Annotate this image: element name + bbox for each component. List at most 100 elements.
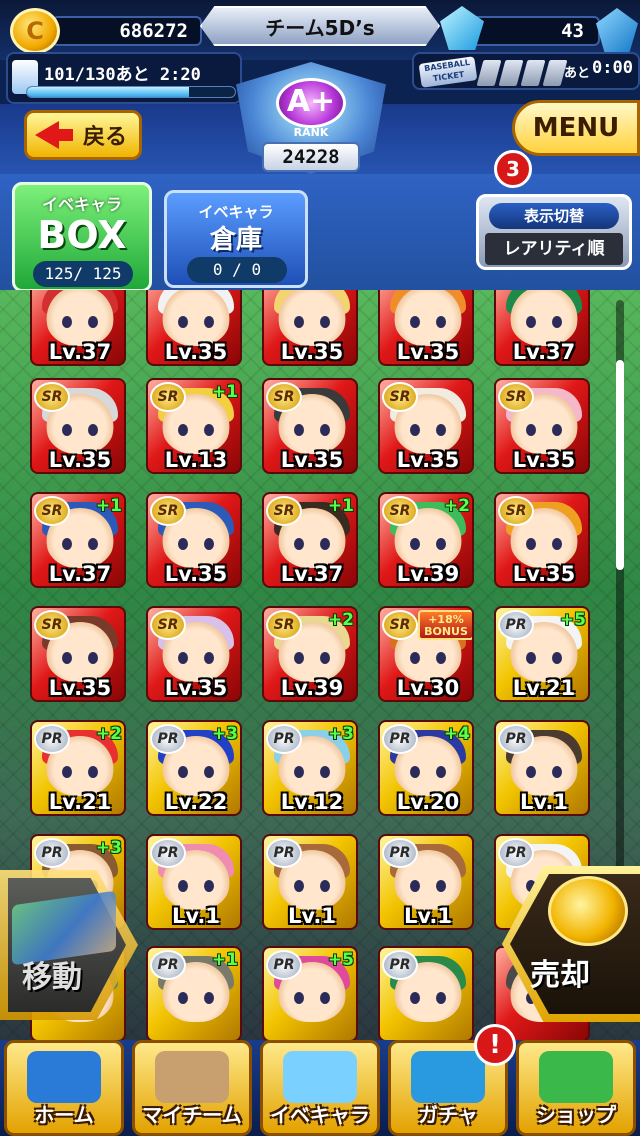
level-label: Lv.37 <box>48 340 112 364</box>
character-eye <box>294 992 304 1004</box>
character-card[interactable]: PR +5 Lv.21 <box>494 606 590 702</box>
character-eye <box>88 766 98 778</box>
character-card[interactable]: SR Lv.35 <box>262 378 358 474</box>
plus-value: +1 <box>95 496 122 516</box>
level-label: Lv.13 <box>164 448 228 472</box>
rarity-badge: SR <box>382 382 418 412</box>
character-card[interactable]: PR +4 Lv.20 <box>378 720 474 816</box>
level-label: Lv.35 <box>512 448 576 472</box>
nav-label: マイチーム <box>142 1103 242 1127</box>
team-name[interactable]: チーム5D’s <box>200 6 440 46</box>
plus-value: +4 <box>443 724 470 744</box>
character-card[interactable]: SR +1 Lv.37 <box>262 492 358 588</box>
character-card[interactable]: SR Lv.35 <box>30 378 126 474</box>
rarity-badge: PR <box>266 724 302 754</box>
character-eye <box>410 424 420 436</box>
coins-icon <box>548 876 628 946</box>
plus-value: +5 <box>327 950 354 970</box>
sort-order-value: レアリティ順 <box>485 233 623 265</box>
rarity-badge: PR <box>498 610 534 640</box>
character-card[interactable]: PR +1 <box>146 946 242 1040</box>
coin-icon: C <box>10 8 60 54</box>
character-card[interactable]: SR Lv.35 <box>494 378 590 474</box>
sort-panel[interactable]: 表示切替 レアリティ順 <box>476 194 632 270</box>
level-label: Lv.35 <box>164 340 228 364</box>
rarity-badge: SR <box>266 382 302 412</box>
plus-value: +2 <box>443 496 470 516</box>
character-eye <box>320 538 330 550</box>
character-portrait <box>46 290 114 346</box>
character-card[interactable]: SR +2 Lv.39 <box>262 606 358 702</box>
plus-value: +2 <box>327 610 354 630</box>
character-eye <box>552 766 562 778</box>
scrollbar-thumb[interactable] <box>616 360 624 570</box>
stamina-bar <box>26 86 236 98</box>
character-card[interactable]: SR +1 Lv.37 <box>30 492 126 588</box>
level-label: Lv.20 <box>396 790 460 814</box>
character-card[interactable]: PR +2 Lv.21 <box>30 720 126 816</box>
nav-item-home[interactable]: ホーム <box>4 1040 124 1136</box>
character-card[interactable]: Lv.35 <box>146 290 242 366</box>
rarity-badge: PR <box>382 724 418 754</box>
character-eye <box>178 652 188 664</box>
character-card[interactable]: PR Lv.1 <box>378 834 474 930</box>
rarity-badge: PR <box>382 838 418 868</box>
home-icon <box>27 1051 101 1103</box>
character-eye <box>204 766 214 778</box>
plus-value: +1 <box>327 496 354 516</box>
character-card[interactable]: SR +1 Lv.13 <box>146 378 242 474</box>
character-eye <box>204 538 214 550</box>
nav-item-team[interactable]: マイチーム <box>132 1040 252 1136</box>
level-label: Lv.39 <box>280 676 344 700</box>
character-card[interactable]: PR Lv.1 <box>146 834 242 930</box>
character-eye <box>88 538 98 550</box>
character-portrait <box>510 290 578 346</box>
character-eye <box>62 316 72 328</box>
character-card[interactable]: SR +2 Lv.39 <box>378 492 474 588</box>
character-card[interactable]: SR Lv.35 <box>146 606 242 702</box>
menu-button[interactable]: MENU <box>512 100 640 156</box>
character-card[interactable]: Lv.37 <box>30 290 126 366</box>
character-card[interactable]: Lv.37 <box>494 290 590 366</box>
level-label: Lv.35 <box>280 340 344 364</box>
rarity-badge: SR <box>150 496 186 526</box>
tab-event-chara-storage[interactable]: イベキャラ 倉庫 0 / 0 <box>164 190 308 288</box>
character-eye <box>88 424 98 436</box>
plus-value: +3 <box>95 838 122 858</box>
level-label: Lv.37 <box>512 340 576 364</box>
character-eye <box>88 316 98 328</box>
character-eye <box>178 424 188 436</box>
nav-item-event-chara[interactable]: イベキャラ <box>260 1040 380 1136</box>
character-card[interactable]: PR Lv.1 <box>494 720 590 816</box>
character-card[interactable]: Lv.35 <box>262 290 358 366</box>
character-card[interactable]: PR +3 Lv.12 <box>262 720 358 816</box>
character-card[interactable]: PR <box>378 946 474 1040</box>
nav-item-shop[interactable]: ショップ <box>516 1040 636 1136</box>
back-button[interactable]: 戻る <box>24 110 142 160</box>
character-card[interactable]: SR +18% BONUS Lv.30 <box>378 606 474 702</box>
ticket-remaining-label: あと <box>564 66 591 81</box>
plus-value: +1 <box>211 950 238 970</box>
character-card[interactable]: PR Lv.1 <box>262 834 358 930</box>
tab-box-subtitle: イベキャラ <box>41 195 122 214</box>
rarity-badge: PR <box>498 724 534 754</box>
sell-label: 売却 <box>530 958 590 993</box>
notification-badge: 3 <box>494 150 532 188</box>
character-eye <box>178 992 188 1004</box>
character-eye <box>320 652 330 664</box>
character-card[interactable]: SR Lv.35 <box>378 378 474 474</box>
character-card[interactable]: Lv.35 <box>378 290 474 366</box>
character-card[interactable]: SR Lv.35 <box>30 606 126 702</box>
character-portrait <box>162 290 230 346</box>
level-label: Lv.35 <box>164 562 228 586</box>
tab-event-chara-box[interactable]: イベキャラ BOX 125/ 125 <box>12 182 152 292</box>
character-eye <box>410 652 420 664</box>
ticket-slots <box>476 60 568 86</box>
character-card[interactable]: PR +3 Lv.22 <box>146 720 242 816</box>
character-card[interactable]: SR Lv.35 <box>146 492 242 588</box>
character-card[interactable]: SR Lv.35 <box>494 492 590 588</box>
character-eye <box>410 316 420 328</box>
character-card[interactable]: PR +5 <box>262 946 358 1040</box>
plus-value: +2 <box>95 724 122 744</box>
ticket-slot <box>520 60 546 86</box>
